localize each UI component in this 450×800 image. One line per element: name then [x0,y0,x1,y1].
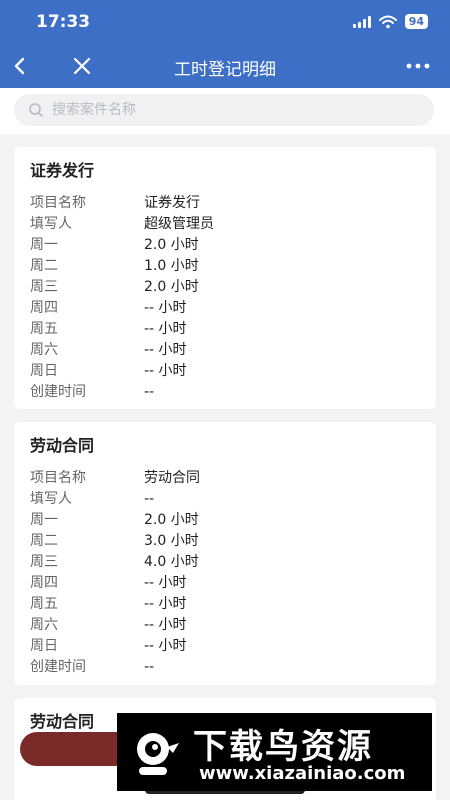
nav-bar: 工时登记明细 [0,44,450,88]
row-label: 周二 [30,533,58,549]
row-filler: 填写人 超级管理员 [30,214,420,235]
row-project-name: 项目名称 证券发行 [30,193,420,214]
bird-logo-icon [137,733,179,775]
row-label: 周二 [30,258,58,274]
row-label: 周日 [30,363,58,379]
row-sunday: 周日 -- 小时 [30,636,420,657]
row-project-name: 项目名称 劳动合同 [30,468,420,489]
row-thursday: 周四 -- 小时 [30,298,420,319]
row-label: 创建时间 [30,384,86,400]
battery-icon: 94 [404,14,428,29]
row-tuesday: 周二 1.0 小时 [30,256,420,277]
row-value: -- 小时 [144,575,187,591]
row-value: -- 小时 [144,342,187,358]
row-label: 周五 [30,321,58,337]
watermark-url: www.xiazainiao.com [199,763,406,784]
search-box[interactable] [14,94,434,126]
row-value: -- [144,491,155,507]
row-value: -- 小时 [144,617,187,633]
row-sunday: 周日 -- 小时 [30,361,420,382]
more-icon[interactable] [404,54,432,78]
row-value: -- [144,384,155,400]
row-friday: 周五 -- 小时 [30,594,420,615]
row-label: 项目名称 [30,195,86,211]
row-label: 周三 [30,554,58,570]
watermark-title: 下载鸟资源 [193,727,373,767]
row-wednesday: 周三 4.0 小时 [30,552,420,573]
row-monday: 周一 2.0 小时 [30,235,420,256]
row-saturday: 周六 -- 小时 [30,340,420,361]
row-value: 2.0 小时 [144,237,199,253]
row-label: 创建时间 [30,659,86,675]
search-icon [29,103,43,117]
row-created-time: 创建时间 -- [30,657,420,678]
signal-icon [352,15,371,28]
watermark-banner: 下载鸟资源 www.xiazainiao.com [117,713,432,791]
row-value: -- 小时 [144,638,187,654]
row-label: 填写人 [30,491,72,507]
search-input[interactable] [52,94,422,126]
row-label: 填写人 [30,216,72,232]
row-label: 周六 [30,617,58,633]
row-label: 周六 [30,342,58,358]
row-label: 周五 [30,596,58,612]
row-friday: 周五 -- 小时 [30,319,420,340]
row-label: 项目名称 [30,470,86,486]
row-tuesday: 周二 3.0 小时 [30,531,420,552]
card-title: 劳动合同 [30,436,95,455]
row-label: 周四 [30,575,58,591]
row-value: 超级管理员 [144,216,214,232]
row-value: 1.0 小时 [144,258,199,274]
card-title: 证券发行 [30,161,95,180]
row-label: 周日 [30,638,58,654]
record-card[interactable]: 证券发行 项目名称 证券发行 填写人 超级管理员 周一 2.0 小时 周二 1.0 小时… [14,147,436,409]
row-value: 证券发行 [144,195,200,211]
page-title: 工时登记明细 [174,60,276,80]
row-value: 3.0 小时 [144,533,199,549]
row-label: 周一 [30,512,58,528]
row-filler: 填写人 -- [30,489,420,510]
wifi-icon [378,15,397,28]
row-value: 4.0 小时 [144,554,199,570]
row-value: 2.0 小时 [144,279,199,295]
row-wednesday: 周三 2.0 小时 [30,277,420,298]
row-value: -- 小时 [144,300,187,316]
status-bar: 17:33 94 [0,0,450,44]
row-value: -- 小时 [144,363,187,379]
row-value: -- 小时 [144,321,187,337]
row-monday: 周一 2.0 小时 [30,510,420,531]
status-time: 17:33 [36,12,91,32]
status-icons: 94 [352,14,428,29]
record-card[interactable]: 劳动合同 项目名称 劳动合同 填写人 -- 周一 2.0 小时 周二 3.0 小时 周三… [14,422,436,685]
row-label: 周四 [30,300,58,316]
row-label: 周一 [30,237,58,253]
row-value: 劳动合同 [144,470,200,486]
row-label: 周三 [30,279,58,295]
row-thursday: 周四 -- 小时 [30,573,420,594]
row-created-time: 创建时间 -- [30,382,420,403]
row-saturday: 周六 -- 小时 [30,615,420,636]
row-value: 2.0 小时 [144,512,199,528]
search-bar [0,88,450,134]
row-value: -- 小时 [144,596,187,612]
row-value: -- [144,659,155,675]
